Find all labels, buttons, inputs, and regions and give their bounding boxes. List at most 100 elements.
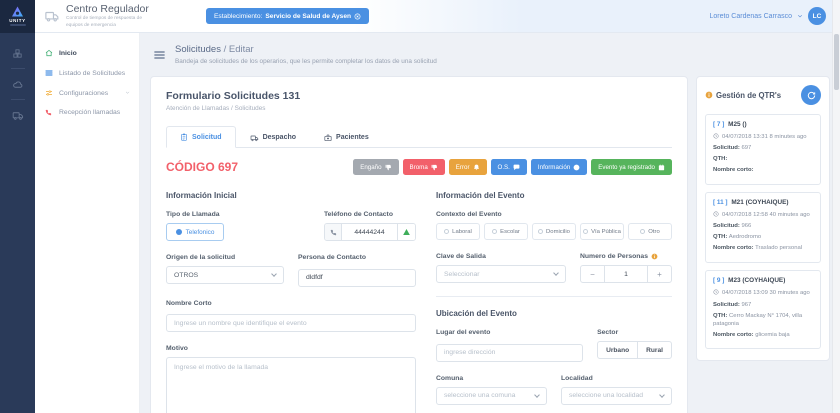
qtr-ago: 30 minutes ago xyxy=(770,290,810,296)
phone-verify-button[interactable] xyxy=(397,224,415,240)
clave-salida-select[interactable]: Seleccionar xyxy=(436,265,566,283)
lugar-evento-label: Lugar del evento xyxy=(436,329,583,336)
personas-stepper: − 1 + xyxy=(580,265,672,283)
telefonico-label: Telefonico xyxy=(186,229,215,236)
comuna-select[interactable]: seleccione una comuna xyxy=(436,387,547,405)
contexto-label: Contexto del Evento xyxy=(436,211,672,218)
sector-urbano-button[interactable]: Urbano xyxy=(598,342,637,358)
calendar-icon xyxy=(658,164,665,171)
refresh-button[interactable] xyxy=(801,85,821,105)
user-name: Loreto Cardenas Carrasco xyxy=(710,13,793,20)
numero-personas-label: Numero de Personas xyxy=(580,253,648,260)
contexto-option-laboral[interactable]: Laboral xyxy=(436,223,480,240)
chevron-down-icon xyxy=(271,271,277,277)
close-icon[interactable] xyxy=(354,13,361,20)
rail-divider xyxy=(11,68,25,69)
breadcrumb-separator: / xyxy=(224,44,227,55)
radio-selected-icon xyxy=(176,229,182,235)
tab-despacho[interactable]: Despacho xyxy=(236,126,310,148)
app-subtitle: Control de tiempos de respuesta de equip… xyxy=(66,16,158,29)
motivo-textarea[interactable] xyxy=(166,357,416,413)
rail-dashboard-button[interactable] xyxy=(0,73,35,95)
contexto-option-otro[interactable]: Otro xyxy=(628,223,672,240)
sector-rural-button[interactable]: Rural xyxy=(637,342,671,358)
sector-toggle: Urbano Rural xyxy=(597,341,672,359)
contexto-option-domicilio[interactable]: Domicilio xyxy=(532,223,576,240)
persona-contacto-input[interactable] xyxy=(298,269,416,287)
tipo-llamada-label: Tipo de Llamada xyxy=(166,211,224,218)
qtr-short-label: Nombre corto: xyxy=(713,245,754,251)
button-label: Evento ya registrado xyxy=(598,164,655,171)
clock-icon xyxy=(713,211,719,217)
qtr-short-label: Nombre corto: xyxy=(713,332,754,338)
solicitud-form-card: Formulario Solicitudes 131 Atención de L… xyxy=(150,76,688,413)
broma-button[interactable]: Broma xyxy=(403,159,445,175)
ambulance-icon xyxy=(12,110,24,121)
top-bar: UNITY Centro Regulador Control de tiempo… xyxy=(0,0,840,33)
qtr-card-3[interactable]: [ 9 ] M23 (COYHAIQUE) 04/07/2018 13:09 3… xyxy=(705,270,821,349)
tab-solicitud[interactable]: Solicitud xyxy=(166,126,236,148)
bell-icon xyxy=(473,164,480,171)
tab-pacientes[interactable]: Pacientes xyxy=(310,126,383,148)
radio-icon xyxy=(583,229,588,234)
option-label: Laboral xyxy=(452,229,472,235)
qtr-qth-value: Aedrodromo xyxy=(729,234,761,240)
home-icon xyxy=(44,49,53,57)
localidad-label: Localidad xyxy=(561,375,672,382)
avatar[interactable]: LC xyxy=(808,7,826,25)
menu-bars-icon xyxy=(152,46,167,64)
qtr-card-2[interactable]: [ 11 ] M21 (COYHAIQUE) 04/07/2018 12:58 … xyxy=(705,192,821,263)
plus-button[interactable]: + xyxy=(647,266,671,282)
user-menu[interactable]: Loreto Cardenas Carrasco LC xyxy=(710,7,827,25)
cloud-icon xyxy=(12,79,24,90)
sidebar-item-inicio[interactable]: Inicio xyxy=(35,43,139,63)
qtr-solicitud-value: 967 xyxy=(741,302,751,308)
chevron-down-icon xyxy=(553,270,559,276)
localidad-select[interactable]: seleccione una localidad xyxy=(561,387,672,405)
rail-ambulance-button[interactable] xyxy=(0,104,35,126)
sidebar-item-recepcion-llamadas[interactable]: Recepción llamadas xyxy=(35,103,139,122)
scrollbar[interactable] xyxy=(832,0,840,413)
button-label: Información xyxy=(538,164,570,171)
sidebar-item-configuraciones[interactable]: Configuraciones xyxy=(35,83,139,103)
sidebar-menu: Inicio Listado de Solicitudes Configurac… xyxy=(35,33,140,413)
minus-button[interactable]: − xyxy=(581,266,605,282)
origen-select[interactable]: OTROS xyxy=(166,266,284,284)
qtr-panel: Gestión de QTR's [ 7 ] M25 () 04/07/2018… xyxy=(696,76,830,361)
engano-button[interactable]: Engaño xyxy=(353,159,398,175)
clave-salida-placeholder: Seleccionar xyxy=(444,271,480,278)
scrollbar-thumb[interactable] xyxy=(834,34,839,90)
localidad-placeholder: seleccione una localidad xyxy=(569,392,643,399)
qtr-card-1[interactable]: [ 7 ] M25 () 04/07/2018 13:31 8 minutes … xyxy=(705,114,821,185)
rail-equipment-button[interactable] xyxy=(0,42,35,64)
error-button[interactable]: Error xyxy=(449,159,487,175)
app-title: Centro Regulador xyxy=(66,3,158,15)
breadcrumb-root[interactable]: Solicitudes xyxy=(175,44,221,55)
informacion-button[interactable]: Información xyxy=(531,159,587,175)
sidebar-item-listado-solicitudes[interactable]: Listado de Solicitudes xyxy=(35,63,139,83)
contexto-option-via-publica[interactable]: Vía Pública xyxy=(580,223,624,240)
tab-label: Solicitud xyxy=(192,134,222,141)
os-button[interactable]: O.S. xyxy=(491,159,527,175)
section-informacion-inicial: Información Inicial xyxy=(166,191,416,200)
unity-logo[interactable]: UNITY xyxy=(0,0,35,33)
button-label: Engaño xyxy=(360,164,381,171)
nombre-corto-input[interactable] xyxy=(166,314,416,332)
lugar-evento-input[interactable] xyxy=(436,344,583,362)
qtr-qth-label: QTH: xyxy=(713,234,727,240)
contexto-option-escolar[interactable]: Escolar xyxy=(484,223,528,240)
sidebar-item-label: Configuraciones xyxy=(59,90,108,97)
qtr-qth-label: QTH: xyxy=(713,156,727,162)
establishment-badge[interactable]: Establecimiento: Servicio de Salud de Ay… xyxy=(206,8,369,24)
evento-registrado-button[interactable]: Evento ya registrado xyxy=(591,159,672,175)
form-tabs: Solicitud Despacho Pacientes xyxy=(166,126,672,148)
telefonico-toggle[interactable]: Telefonico xyxy=(166,223,224,241)
chevron-down-icon xyxy=(534,392,540,398)
qtr-unit: M21 (COYHAIQUE) xyxy=(731,199,788,206)
chevron-down-icon xyxy=(797,13,803,19)
radio-icon xyxy=(640,229,645,234)
phone-input[interactable] xyxy=(342,224,397,240)
form-title: Formulario Solicitudes 131 xyxy=(166,90,672,102)
chevron-down-icon xyxy=(125,90,130,97)
chat-icon xyxy=(513,164,520,171)
